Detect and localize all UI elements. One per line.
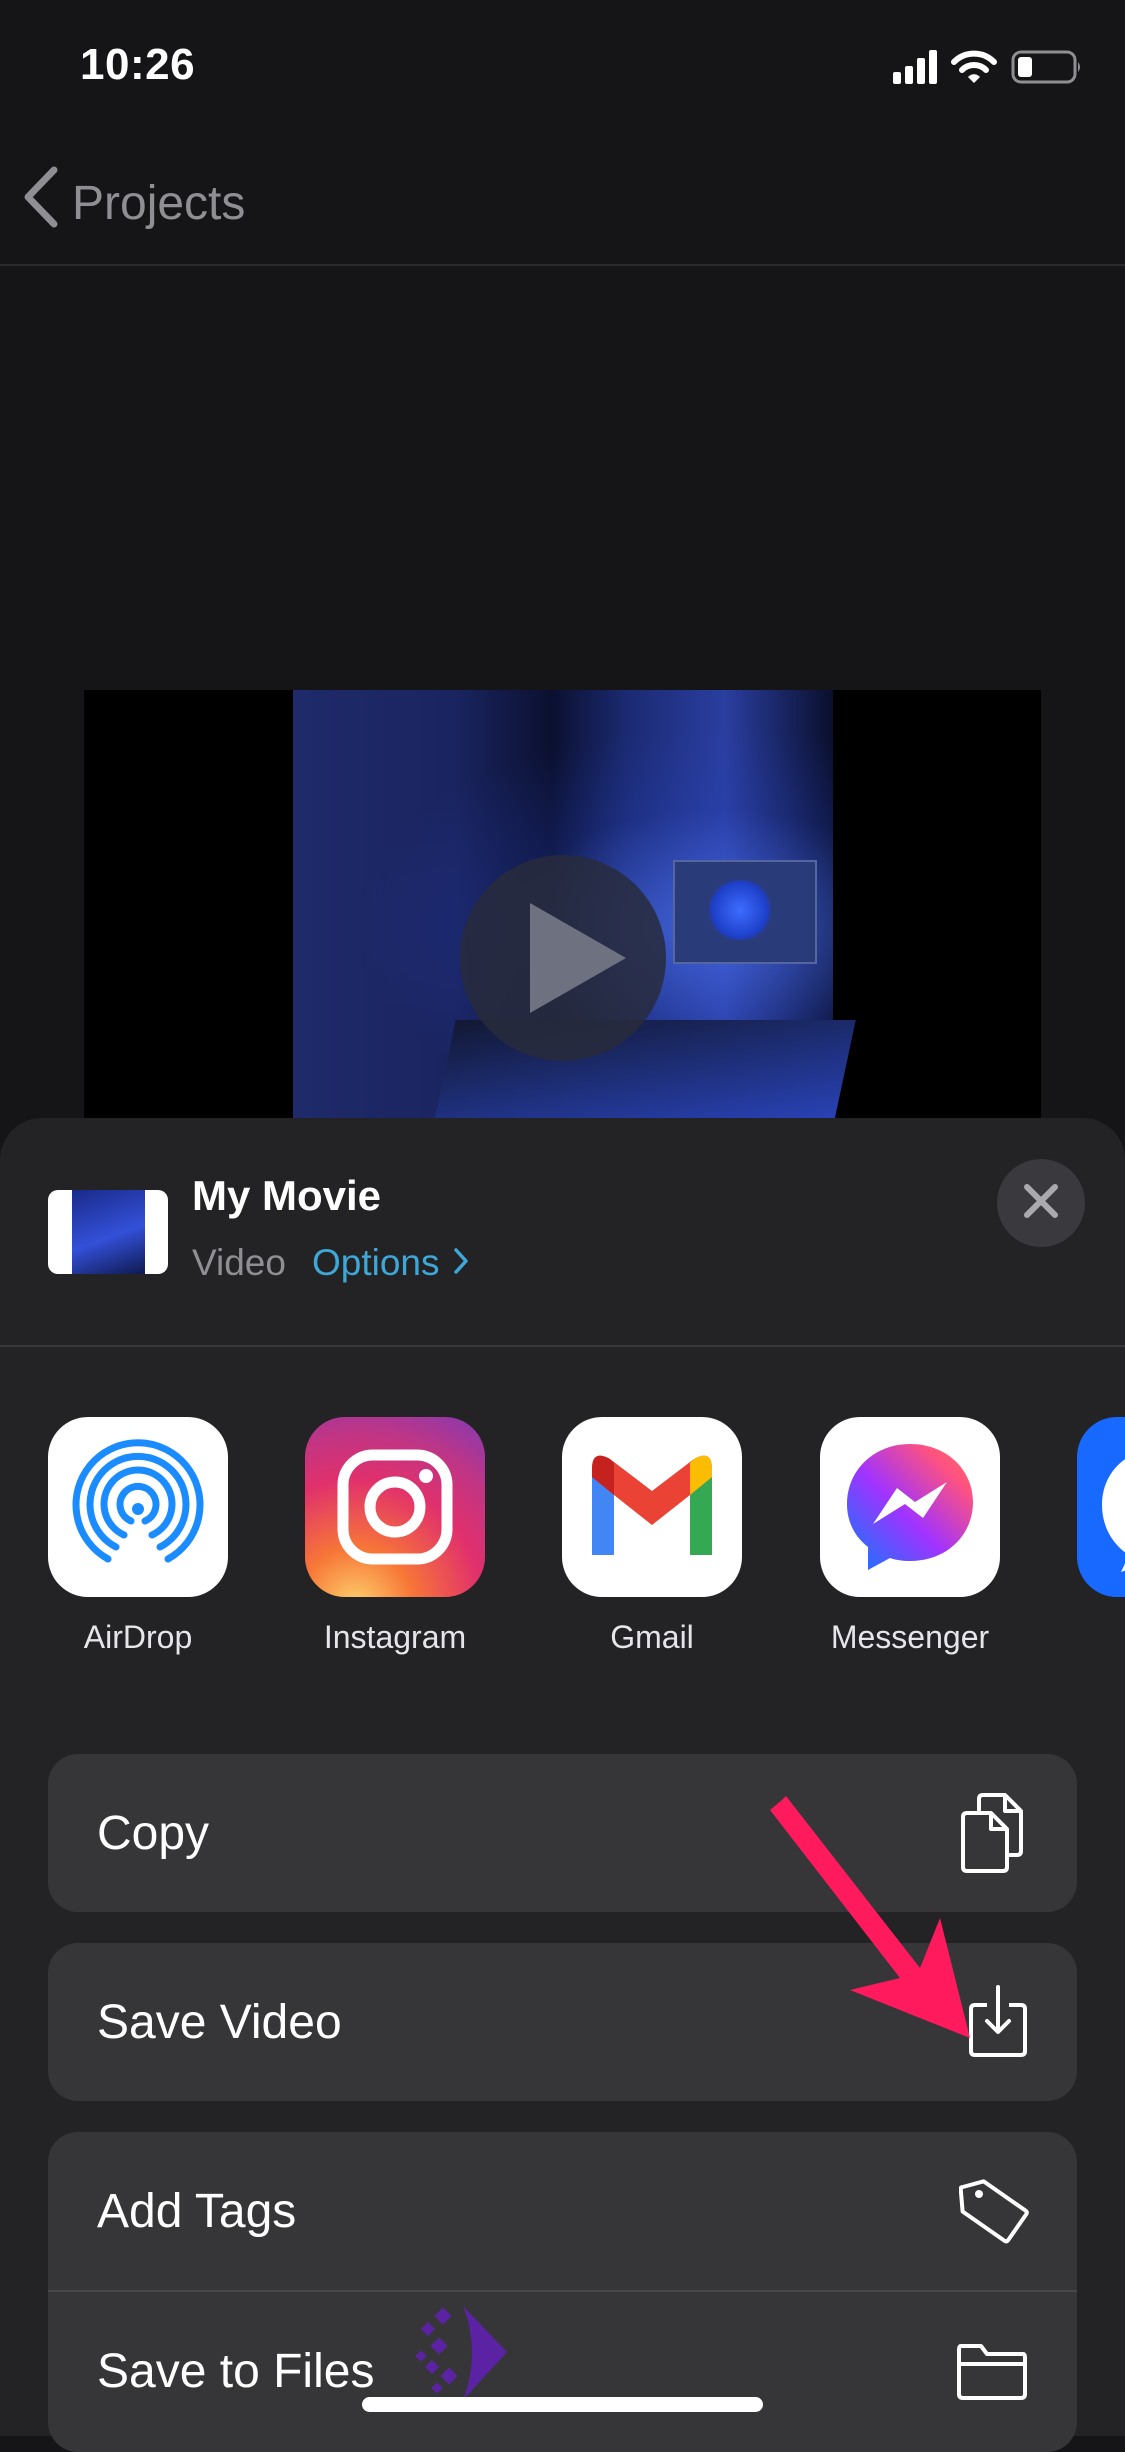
options-label: Options	[311, 1242, 440, 1283]
chevron-left-icon	[20, 166, 60, 240]
battery-icon	[1011, 50, 1083, 84]
app-label: Gmail	[610, 1619, 694, 1655]
folder-icon	[955, 2342, 1029, 2400]
airdrop-icon	[48, 1417, 228, 1597]
wifi-icon	[951, 50, 997, 84]
back-button[interactable]: Projects	[20, 166, 245, 240]
play-icon	[530, 903, 626, 1013]
share-type-label: Video	[192, 1242, 286, 1283]
share-title: My Movie	[192, 1172, 382, 1219]
share-subtitle: Video Options	[192, 1242, 469, 1284]
cellular-signal-icon	[893, 50, 937, 84]
home-indicator[interactable]	[362, 2397, 763, 2412]
share-app-partial[interactable]: Z	[1077, 1417, 1125, 1597]
action-label: Copy	[97, 1806, 210, 1860]
tag-icon	[959, 2176, 1029, 2246]
chevron-right-icon	[453, 1242, 469, 1284]
action-save-to-files[interactable]: Save to Files	[48, 2292, 1077, 2450]
status-time: 10:26	[80, 40, 196, 89]
video-thumbnail	[48, 1190, 168, 1274]
action-label: Save Video	[97, 1995, 342, 2049]
app-label: Instagram	[323, 1619, 467, 1655]
share-app-airdrop[interactable]: AirDrop	[48, 1417, 228, 1656]
gmail-icon	[562, 1417, 742, 1597]
pointer-arrow-icon	[760, 1790, 980, 2055]
app-label: AirDrop	[83, 1619, 193, 1655]
app-label: Messenger	[830, 1619, 990, 1655]
share-app-gmail[interactable]: Gmail	[562, 1417, 742, 1656]
action-label: Save to Files	[97, 2344, 375, 2398]
header-divider	[0, 1345, 1125, 1347]
share-app-messenger[interactable]: Messenger	[820, 1417, 1000, 1656]
close-button[interactable]	[997, 1159, 1085, 1247]
nav-divider	[0, 264, 1125, 266]
back-label: Projects	[72, 176, 246, 230]
share-app-instagram[interactable]: Instagram	[305, 1417, 485, 1656]
video-monitor	[673, 860, 817, 964]
close-icon	[1021, 1181, 1061, 1226]
instagram-icon	[305, 1417, 485, 1597]
action-add-tags[interactable]: Add Tags	[48, 2132, 1077, 2290]
play-button[interactable]	[460, 855, 666, 1061]
status-icons	[893, 50, 1083, 84]
action-label: Add Tags	[97, 2184, 297, 2238]
messenger-icon	[820, 1417, 1000, 1597]
options-link[interactable]: Options	[312, 1242, 470, 1284]
